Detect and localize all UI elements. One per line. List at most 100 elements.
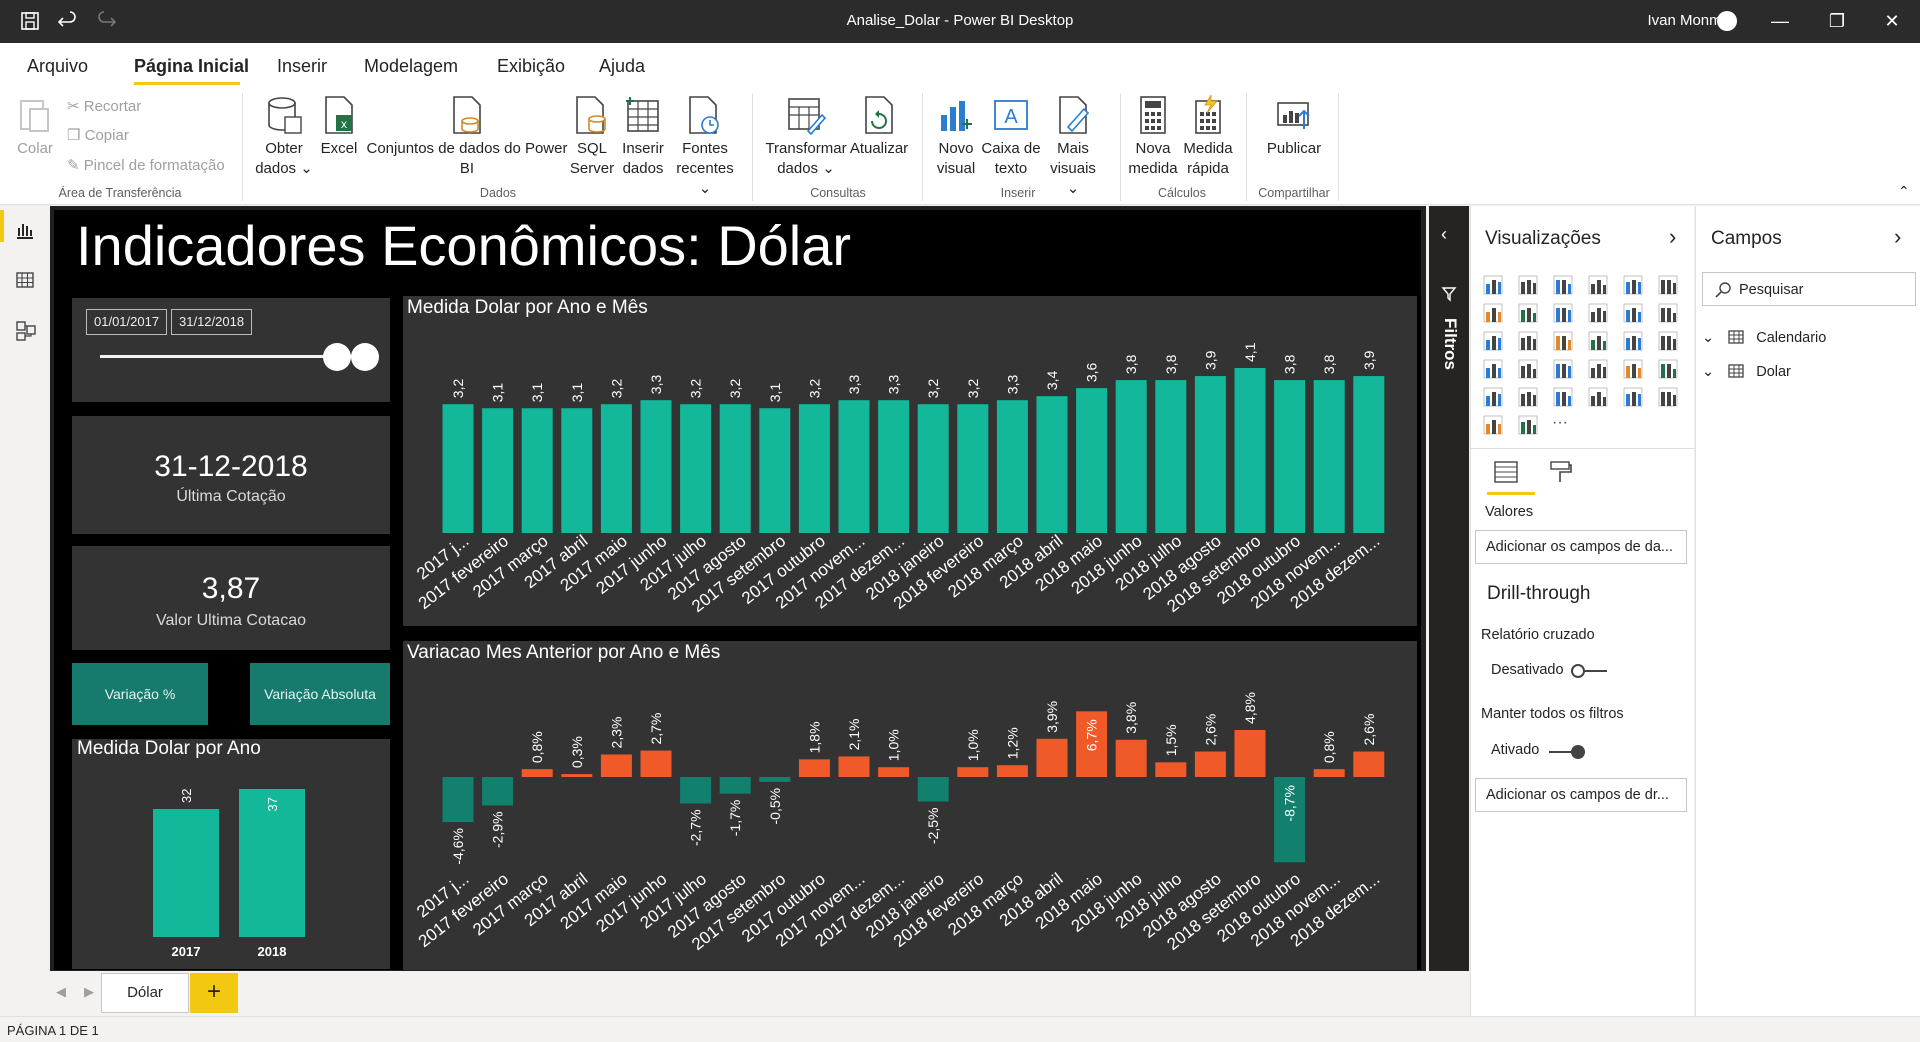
bar-variation[interactable] <box>1194 751 1226 777</box>
visual-type-icon[interactable] <box>1517 330 1539 352</box>
bar-monthly[interactable] <box>1036 396 1068 533</box>
visual-type-icon[interactable] <box>1552 274 1574 296</box>
visual-type-icon[interactable] <box>1587 302 1609 324</box>
enter-data-button[interactable]: Inserir dados <box>618 95 668 179</box>
visual-type-icon[interactable] <box>1587 274 1609 296</box>
variacao-abs-button[interactable]: Variação Absoluta <box>250 663 390 725</box>
filters-label[interactable]: Filtros <box>1440 318 1460 370</box>
bar-variation[interactable] <box>798 759 830 777</box>
visual-type-icon[interactable] <box>1517 358 1539 380</box>
bar-variation[interactable] <box>917 777 949 802</box>
drillthrough-drop-zone[interactable]: Adicionar os campos de dr... <box>1475 778 1687 812</box>
bar-variation[interactable] <box>482 777 514 806</box>
bar-variation[interactable] <box>719 777 751 794</box>
visual-type-icon[interactable] <box>1482 414 1504 436</box>
excel-button[interactable]: x Excel <box>318 95 360 159</box>
visual-type-icon[interactable] <box>1622 386 1644 408</box>
visual-type-icon[interactable] <box>1482 330 1504 352</box>
power-bi-datasets-button[interactable]: Conjuntos de dados do Power BI <box>362 95 572 179</box>
slider-handle-end[interactable] <box>351 343 379 371</box>
tab-arquivo[interactable]: Arquivo <box>27 56 88 77</box>
prev-page-icon[interactable]: ◀ <box>56 984 66 1000</box>
visual-type-icon[interactable] <box>1482 358 1504 380</box>
bar-monthly[interactable] <box>1353 376 1385 533</box>
next-page-icon[interactable]: ▶ <box>84 984 94 1000</box>
visual-type-icon[interactable] <box>1657 330 1679 352</box>
chevron-right-icon[interactable]: › <box>1894 224 1901 250</box>
bar-variation[interactable] <box>1234 729 1266 777</box>
sql-server-button[interactable]: SQL Server <box>568 95 616 179</box>
chart-monthly-dolar[interactable]: 3,22017 j...3,12017 fevereiro3,12017 mar… <box>403 296 1417 626</box>
visual-type-icon[interactable] <box>1482 302 1504 324</box>
publish-button[interactable]: Publicar <box>1256 95 1332 159</box>
bar-monthly[interactable] <box>957 404 989 533</box>
bar-monthly[interactable] <box>917 404 949 533</box>
toggle-knob-on[interactable] <box>1571 745 1585 759</box>
visual-type-icon[interactable] <box>1552 330 1574 352</box>
bar-variation[interactable] <box>957 767 989 777</box>
bar-monthly[interactable] <box>996 400 1028 533</box>
add-page-button[interactable]: + <box>190 973 238 1013</box>
get-data-button[interactable]: Obter dados ⌄ <box>254 95 314 179</box>
fields-well-icon[interactable] <box>1493 459 1519 485</box>
visual-type-icon[interactable] <box>1622 274 1644 296</box>
restore-icon[interactable]: ❐ <box>1817 8 1857 34</box>
bar-monthly[interactable] <box>521 408 553 533</box>
variacao-pct-button[interactable]: Variação % <box>72 663 208 725</box>
bar-variation[interactable] <box>640 750 672 777</box>
format-painter-button[interactable]: ✎ Pincel de formatação <box>67 156 225 174</box>
bar-variation[interactable] <box>996 765 1028 777</box>
chevron-right-icon[interactable]: › <box>1669 224 1676 250</box>
bar-variation[interactable] <box>442 777 474 823</box>
paste-button[interactable]: Colar <box>12 95 58 159</box>
slider-handle-start[interactable] <box>323 343 351 371</box>
visual-type-icon[interactable] <box>1587 358 1609 380</box>
bar-monthly[interactable] <box>878 400 910 533</box>
bar-monthly[interactable] <box>1274 380 1306 533</box>
bar-year[interactable] <box>153 809 219 937</box>
new-visual-button[interactable]: Novo visual <box>934 95 978 179</box>
field-table-dolar[interactable]: ⌄ Dolar <box>1702 364 1791 380</box>
visual-type-icon[interactable] <box>1482 386 1504 408</box>
bar-monthly[interactable] <box>1115 380 1147 533</box>
more-visuals-button[interactable]: Mais visuais ⌄ <box>1044 95 1102 199</box>
tab-inserir[interactable]: Inserir <box>277 56 327 77</box>
tab-pagina-inicial[interactable]: Página Inicial <box>134 56 249 77</box>
bar-monthly[interactable] <box>1234 368 1266 533</box>
chart-year[interactable]: 32 2017 37 2018 <box>72 739 390 969</box>
date-start-input[interactable]: 01/01/2017 <box>86 309 168 335</box>
visual-type-icon[interactable] <box>1657 386 1679 408</box>
visual-type-icon[interactable] <box>1622 302 1644 324</box>
new-measure-button[interactable]: Nova medida <box>1128 95 1178 179</box>
format-paint-icon[interactable] <box>1547 459 1573 485</box>
visual-type-icon[interactable] <box>1622 358 1644 380</box>
visual-type-icon[interactable] <box>1587 386 1609 408</box>
chevron-left-icon[interactable]: ‹ <box>1441 224 1447 245</box>
avatar[interactable] <box>1717 11 1737 31</box>
visual-type-icon[interactable] <box>1517 274 1539 296</box>
bar-variation[interactable] <box>561 774 593 777</box>
visual-type-icon[interactable] <box>1622 330 1644 352</box>
visual-type-icon[interactable] <box>1552 386 1574 408</box>
bar-monthly[interactable] <box>640 400 672 533</box>
bar-variation[interactable] <box>1313 769 1345 777</box>
visual-type-icon[interactable] <box>1657 274 1679 296</box>
visual-type-icon[interactable] <box>1517 414 1539 436</box>
visual-type-icon[interactable] <box>1482 274 1504 296</box>
page-tab-dolar[interactable]: Dólar <box>101 973 189 1013</box>
text-box-button[interactable]: A Caixa de texto <box>978 95 1044 179</box>
bar-variation[interactable] <box>680 777 712 804</box>
visual-type-icon[interactable] <box>1552 302 1574 324</box>
visual-type-icon[interactable]: ··· <box>1552 414 1574 436</box>
bar-monthly[interactable] <box>719 404 751 533</box>
bar-variation[interactable] <box>1353 751 1385 777</box>
bar-monthly[interactable] <box>680 404 712 533</box>
bar-variation[interactable] <box>878 767 910 777</box>
toggle-knob-off[interactable] <box>1571 664 1585 678</box>
quick-measure-button[interactable]: Medida rápida <box>1180 95 1236 179</box>
close-icon[interactable]: ✕ <box>1872 8 1912 34</box>
bar-monthly[interactable] <box>1194 376 1226 533</box>
bar-monthly[interactable] <box>1076 388 1108 533</box>
transform-data-button[interactable]: Transformar dados ⌄ <box>764 95 848 179</box>
minimize-icon[interactable]: — <box>1760 8 1800 34</box>
